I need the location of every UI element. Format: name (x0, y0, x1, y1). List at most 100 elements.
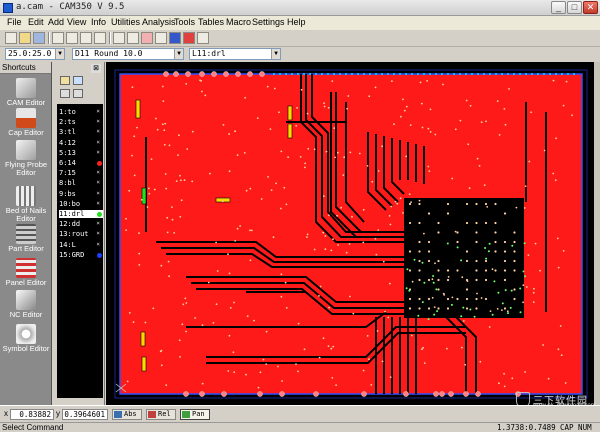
menu-add[interactable]: Add (48, 17, 64, 27)
layer-item[interactable]: 5:13 × (59, 149, 103, 157)
layer-hidden-icon[interactable]: × (96, 149, 100, 157)
menu-utilities[interactable]: Utilities (111, 17, 140, 27)
menu-analysis[interactable]: Analysis (142, 17, 176, 27)
via (390, 205, 393, 208)
zoom-in-icon[interactable] (113, 32, 125, 44)
layer-add-icon[interactable] (60, 76, 70, 85)
layer-hidden-icon[interactable]: × (96, 128, 100, 136)
copy-icon[interactable] (94, 32, 106, 44)
layer-hidden-icon[interactable]: × (96, 241, 100, 249)
layer-color-icon[interactable] (169, 32, 181, 44)
via (434, 133, 437, 136)
layer-hidden-icon[interactable]: × (96, 169, 100, 177)
layer-hidden-icon[interactable]: × (96, 118, 100, 126)
via (324, 235, 327, 237)
layer-color-icon[interactable] (97, 212, 102, 217)
grid-select[interactable]: 25.0:25.0 ▼ (5, 48, 65, 60)
shortcut-panel-editor[interactable]: Panel Editor (0, 258, 52, 287)
via (204, 94, 207, 97)
layer-hidden-icon[interactable]: × (96, 220, 100, 228)
layer-color-icon[interactable] (97, 161, 102, 166)
chevron-down-icon[interactable]: ▼ (55, 49, 64, 59)
layer-hidden-icon[interactable]: × (96, 108, 100, 116)
dcode-select[interactable]: D11 Round 10.0 ▼ (72, 48, 184, 60)
menu-view[interactable]: View (67, 17, 86, 27)
layer-select[interactable]: L11:drl ▼ (189, 48, 281, 60)
via (411, 280, 414, 283)
new-file-icon[interactable] (5, 32, 17, 44)
menu-help[interactable]: Help (287, 17, 306, 27)
shortcut-part-editor[interactable]: Part Editor (0, 224, 52, 253)
layer-item[interactable]: 13:rout × (59, 230, 103, 238)
via (328, 306, 330, 309)
shortcut-cam-editor[interactable]: CAM Editor (0, 78, 52, 107)
redo-icon[interactable] (66, 32, 78, 44)
menu-tools[interactable]: Tools (174, 17, 195, 27)
via (265, 330, 268, 333)
grid-icon[interactable] (197, 32, 209, 44)
via (475, 278, 478, 282)
layer-edit-icon[interactable] (73, 76, 83, 85)
layer-item[interactable]: 7:15 × (59, 169, 103, 177)
layer-item[interactable]: 6:14 (59, 159, 103, 167)
layer-item[interactable]: 14:L × (59, 241, 103, 249)
close-button[interactable]: ✕ (583, 1, 598, 14)
vertical-scrollbar[interactable] (594, 62, 600, 405)
pan-mode-button[interactable]: Pan (180, 409, 210, 420)
chevron-down-icon[interactable]: ▼ (174, 49, 183, 59)
zoom-window-icon[interactable] (141, 32, 153, 44)
shortcut-flying-probe-editor[interactable]: Flying Probe Editor (0, 140, 52, 177)
pin-icon[interactable]: ⊠ (91, 64, 101, 73)
x-coordinate-field[interactable]: 0.83882 (10, 409, 54, 420)
chevron-down-icon[interactable]: ▼ (271, 49, 280, 59)
layer-item[interactable]: 4:12 × (59, 139, 103, 147)
layer-hidden-icon[interactable]: × (96, 139, 100, 147)
layer-color-icon[interactable] (97, 252, 102, 258)
layer-item[interactable]: 9:bs × (59, 190, 103, 198)
layer-hidden-icon[interactable]: × (96, 200, 100, 208)
via (340, 206, 342, 209)
menu-tables[interactable]: Tables (198, 17, 224, 27)
via (278, 111, 280, 114)
shortcut-symbol-editor[interactable]: Symbol Editor (0, 324, 52, 353)
menu-settings[interactable]: Settings (252, 17, 285, 27)
cut-icon[interactable] (80, 32, 92, 44)
shortcut-cap-editor[interactable]: Cap Editor (0, 108, 52, 137)
abs-mode-button[interactable]: Abs (112, 409, 142, 420)
menu-file[interactable]: File (7, 17, 22, 27)
layer-toggle-icon[interactable] (73, 89, 83, 98)
layer-item[interactable]: 3:tl × (59, 128, 103, 136)
layer-hidden-icon[interactable]: × (96, 230, 100, 238)
pcb-canvas[interactable] (106, 62, 594, 405)
layer-item[interactable]: 10:bo × (59, 200, 103, 208)
menu-edit[interactable]: Edit (28, 17, 44, 27)
via (494, 250, 497, 253)
minimize-button[interactable]: _ (551, 1, 566, 14)
layer-delete-icon[interactable] (60, 89, 70, 98)
save-file-icon[interactable] (33, 32, 45, 44)
open-file-icon[interactable] (19, 32, 31, 44)
via (402, 98, 404, 101)
redraw-icon[interactable] (183, 32, 195, 44)
layer-item[interactable]: 1:to × (59, 108, 103, 116)
via (318, 295, 320, 297)
zoom-all-icon[interactable] (155, 32, 167, 44)
via (465, 297, 469, 301)
via (484, 278, 488, 282)
layer-item[interactable]: 15:GRD (59, 251, 103, 259)
menu-macro[interactable]: Macro (226, 17, 251, 27)
layer-hidden-icon[interactable]: × (96, 190, 100, 198)
layer-item[interactable]: 8:bl × (59, 179, 103, 187)
menu-info[interactable]: Info (91, 17, 106, 27)
shortcut-bed-of-nails-editor[interactable]: Bed of Nails Editor (0, 186, 52, 223)
zoom-out-icon[interactable] (127, 32, 139, 44)
shortcut-nc-editor[interactable]: NC Editor (0, 290, 52, 319)
layer-item[interactable]: 11:drl (59, 210, 103, 218)
layer-hidden-icon[interactable]: × (96, 179, 100, 187)
layer-item[interactable]: 12:dd × (59, 220, 103, 228)
rel-mode-button[interactable]: Rel (146, 409, 176, 420)
layer-item[interactable]: 2:ts × (59, 118, 103, 126)
undo-icon[interactable] (52, 32, 64, 44)
maximize-button[interactable]: □ (567, 1, 582, 14)
y-coordinate-field[interactable]: 0.3964601 (62, 409, 108, 420)
